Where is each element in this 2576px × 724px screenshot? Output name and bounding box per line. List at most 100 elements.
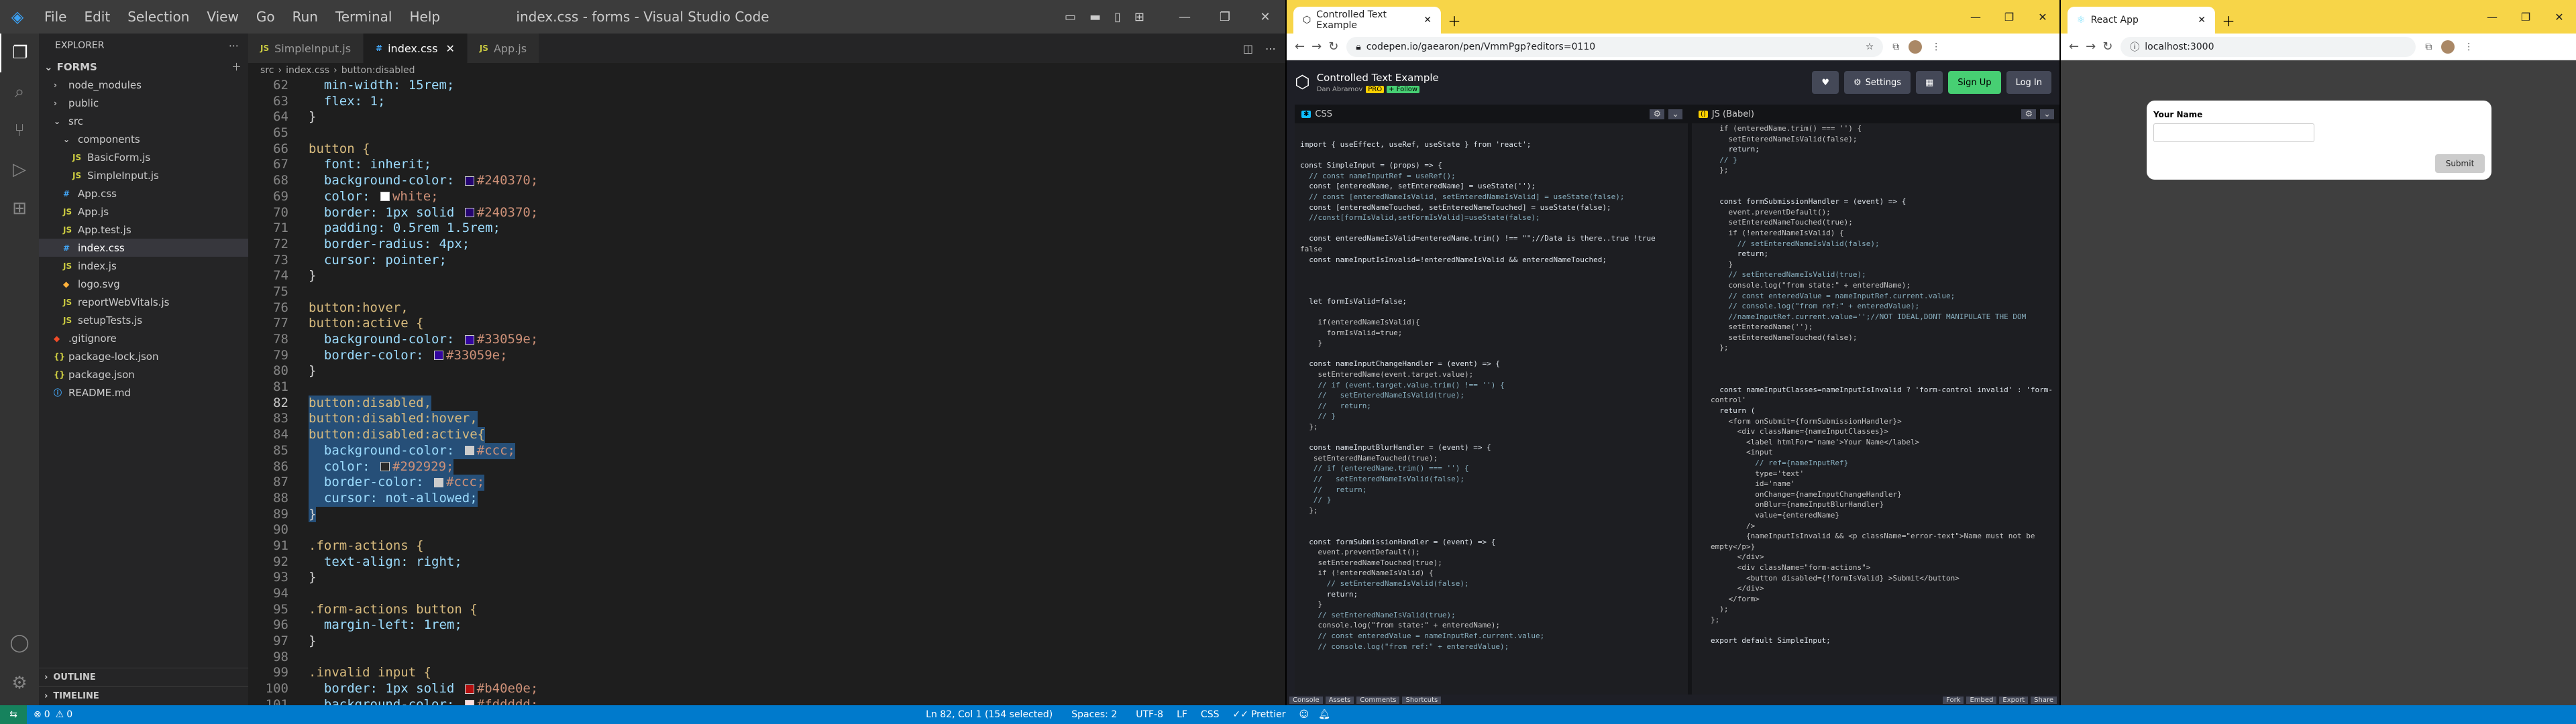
address-bar[interactable]: ⓘ localhost:3000 (2121, 36, 2416, 57)
cursor-position[interactable]: Ln 82, Col 1 (154 selected) (926, 709, 1053, 720)
back-icon[interactable]: ← (1295, 40, 1305, 54)
code-line[interactable]: 77 button:active { (248, 316, 1285, 332)
menu-item[interactable]: Selection (127, 9, 189, 25)
code-line[interactable]: 75 (248, 284, 1285, 300)
tree-item[interactable]: ⓘ README.md (39, 383, 248, 402)
layout-toggle-icon[interactable]: ▭ (1065, 10, 1076, 24)
forward-icon[interactable]: → (1311, 40, 1322, 54)
code-line[interactable]: 91 .form-actions { (248, 538, 1285, 554)
new-tab-icon[interactable]: ＋ (2215, 7, 2242, 34)
css-pane[interactable]: ✱ CSS ⚙ ⌄ import { useEffect, useRef, us… (1295, 105, 1692, 695)
settings-button[interactable]: ⚙ Settings (1844, 71, 1911, 94)
code-line[interactable]: 64} (248, 109, 1285, 125)
footer-tab[interactable]: Assets (1325, 696, 1354, 704)
warnings-icon[interactable]: ⚠ (56, 709, 64, 720)
extensions-icon[interactable]: ⊞ (0, 189, 39, 228)
tree-item[interactable]: JS App.js (39, 202, 248, 221)
errors-icon[interactable]: ⊗ (34, 709, 42, 720)
customize-layout-icon[interactable]: ⊞ (1134, 10, 1144, 24)
color-swatch[interactable] (434, 351, 444, 361)
menu-item[interactable]: Run (292, 9, 318, 25)
code-line[interactable]: 101 background-color: #fddddd; (248, 697, 1285, 705)
close-button[interactable]: ✕ (2026, 11, 2059, 23)
address-bar[interactable]: 🔒︎ codepen.io/gaearon/pen/VmmPgp?editors… (1346, 36, 1884, 57)
code-line[interactable]: 73 cursor: pointer; (248, 253, 1285, 269)
code-line[interactable]: 96 margin-left: 1rem; (248, 617, 1285, 634)
color-swatch[interactable] (380, 462, 390, 471)
code-line[interactable]: 95 .form-actions button { (248, 602, 1285, 618)
split-editor-icon[interactable]: ◫ (1243, 42, 1253, 55)
outline-section[interactable]: › OUTLINE (39, 668, 248, 686)
code-line[interactable]: 93} (248, 570, 1285, 586)
minimize-button[interactable]: — (2475, 11, 2509, 23)
manage-gear-icon[interactable]: ⚙ (0, 664, 39, 703)
footer-action-button[interactable]: Share (2031, 696, 2057, 704)
source-control-icon[interactable]: ⑂ (0, 111, 39, 150)
code-line[interactable]: 92 text-align: right; (248, 554, 1285, 570)
color-swatch[interactable] (464, 176, 474, 186)
layout-panel-icon[interactable]: ▬ (1089, 10, 1101, 24)
tree-item[interactable]: # App.css (39, 184, 248, 202)
code-line[interactable]: 84 button:disabled:active{ (248, 427, 1285, 443)
code-line[interactable]: 69 color: white; (248, 189, 1285, 205)
footer-tab[interactable]: Comments (1356, 696, 1400, 704)
code-line[interactable]: 76 button:hover, (248, 300, 1285, 316)
more-actions-icon[interactable]: ⋯ (229, 40, 239, 52)
prettier-status[interactable]: Prettier (1251, 709, 1286, 720)
minimize-button[interactable]: — (1959, 11, 1992, 23)
code-line[interactable]: 62 min-width: 15rem; (248, 78, 1285, 94)
timeline-section[interactable]: › TIMELINE (39, 686, 248, 705)
forward-icon[interactable]: → (2086, 40, 2096, 54)
code-line[interactable]: 66 button { (248, 141, 1285, 158)
tree-item[interactable]: › node_modules (39, 76, 248, 94)
menu-item[interactable]: Edit (84, 9, 110, 25)
follow-button[interactable]: + Follow (1387, 86, 1420, 93)
color-swatch[interactable] (464, 446, 474, 456)
tree-item[interactable]: # index.css (39, 239, 248, 257)
codepen-logo-icon[interactable]: ⬡ (1295, 72, 1310, 93)
pane-settings-icon[interactable]: ⚙ (2021, 109, 2037, 119)
code-line[interactable]: 98 (248, 650, 1285, 666)
browser-tab-react-app[interactable]: ⚛ React App ✕ (2068, 7, 2215, 34)
errors-count[interactable]: 0 (44, 709, 50, 720)
profile-avatar[interactable] (1909, 40, 1923, 54)
tree-item[interactable]: › public (39, 94, 248, 112)
end-of-line[interactable]: LF (1177, 709, 1187, 720)
remote-icon[interactable]: ⇆ (0, 705, 27, 724)
color-swatch[interactable] (434, 477, 444, 487)
code-line[interactable]: 80} (248, 363, 1285, 379)
feedback-icon[interactable]: ☺ (1299, 709, 1309, 720)
maximize-button[interactable]: ❐ (2509, 11, 2542, 23)
editor-tab[interactable]: JS App.js (467, 34, 540, 63)
code-line[interactable]: 89} (248, 506, 1285, 523)
code-line[interactable]: 67 font: inherit; (248, 157, 1285, 173)
code-line[interactable]: 79 border-color: #33059e; (248, 348, 1285, 364)
color-swatch[interactable] (464, 208, 474, 217)
heart-button[interactable]: ♥ (1812, 71, 1839, 94)
pane-settings-icon[interactable]: ⚙ (1650, 109, 1665, 119)
tree-item[interactable]: ⌄ src (39, 112, 248, 130)
menu-item[interactable]: Go (256, 9, 275, 25)
back-icon[interactable]: ← (2069, 40, 2079, 54)
tree-item[interactable]: JS reportWebVitals.js (39, 293, 248, 311)
profile-avatar[interactable] (2441, 40, 2455, 54)
minimize-button[interactable]: — (1165, 10, 1205, 24)
editor-tab[interactable]: # index.css ✕ (364, 34, 468, 63)
breadcrumb-item[interactable]: src (260, 65, 274, 76)
tree-item[interactable]: {} package.json (39, 365, 248, 383)
color-swatch[interactable] (464, 684, 474, 694)
encoding[interactable]: UTF-8 (1136, 709, 1163, 720)
code-line[interactable]: 99 .invalid input { (248, 665, 1285, 681)
footer-tab[interactable]: Console (1289, 696, 1323, 704)
tree-item[interactable]: JS BasicForm.js (39, 148, 248, 166)
search-icon[interactable]: ⌕ (0, 72, 39, 111)
tree-item[interactable]: JS index.js (39, 257, 248, 275)
code-line[interactable]: 86 color: #292929; (248, 459, 1285, 475)
submit-button[interactable]: Submit (2435, 154, 2485, 173)
close-button[interactable]: ✕ (2542, 11, 2576, 23)
project-folder[interactable]: ⌄ FORMS ＋ (39, 58, 248, 76)
footer-tab[interactable]: Shortcuts (1402, 696, 1442, 704)
code-line[interactable]: 74} (248, 268, 1285, 284)
extensions-icon[interactable]: ⧉ (1892, 42, 1899, 52)
breadcrumb-item[interactable]: index.css (286, 65, 329, 76)
